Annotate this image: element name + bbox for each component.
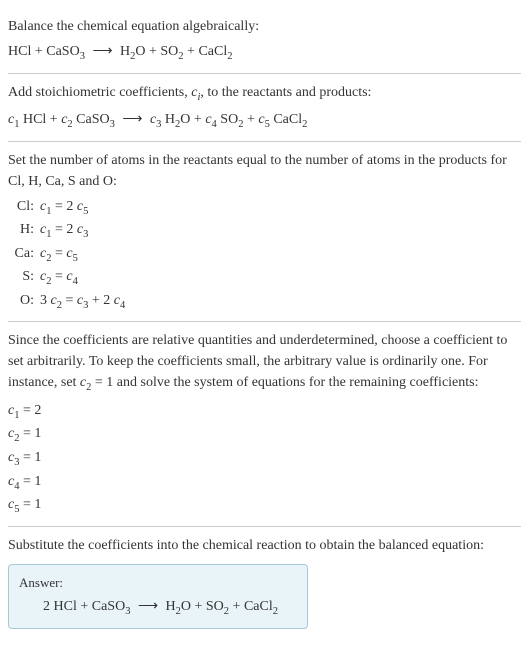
subscript: 5 (83, 205, 88, 216)
subscript: 5 (73, 253, 78, 264)
arrow-icon: ⟶ (118, 112, 146, 127)
eq-text: + CaCl (229, 599, 273, 614)
eq-text: H (120, 44, 130, 59)
eq-text: 3 (40, 293, 51, 308)
coef-row: c4 = 1 (8, 471, 521, 495)
atom-row-h: H: c1 = 2 c3 (12, 219, 521, 243)
answer-label: Answer: (19, 573, 297, 593)
section-answer: Substitute the coefficients into the che… (8, 527, 521, 637)
coef-value: = 1 (19, 474, 41, 489)
title-text: Add stoichiometric coefficients, (8, 85, 191, 100)
problem-title: Balance the chemical equation algebraica… (8, 16, 521, 37)
coef-value: = 1 (19, 426, 41, 441)
coef-row: c5 = 1 (8, 494, 521, 518)
coefficients-title: Add stoichiometric coefficients, ci, to … (8, 82, 521, 106)
eq-text: CaSO (73, 112, 110, 127)
eq-text: HCl + (19, 112, 61, 127)
subscript: 2 (273, 606, 278, 617)
coef-row: c3 = 1 (8, 447, 521, 471)
subscript: 4 (120, 300, 125, 311)
subscript: 3 (80, 51, 85, 62)
solve-title: Since the coefficients are relative quan… (8, 330, 521, 396)
atom-equation: c2 = c4 (40, 266, 521, 290)
eq-text: H (161, 112, 175, 127)
subscript: 3 (110, 119, 115, 130)
coef-value: = 1 (19, 450, 41, 465)
eq-text: H (166, 599, 176, 614)
section-problem: Balance the chemical equation algebraica… (8, 8, 521, 74)
eq-text: O + SO (181, 599, 224, 614)
eq-text: O + (180, 112, 205, 127)
balanced-equation: 2 HCl + CaSO3 ⟶ H2O + SO2 + CaCl2 (19, 596, 297, 620)
title-text: = 1 and solve the system of equations fo… (91, 375, 478, 390)
eq-text: 2 HCl + CaSO (43, 599, 125, 614)
subscript: 3 (125, 606, 130, 617)
answer-box: Answer: 2 HCl + CaSO3 ⟶ H2O + SO2 + CaCl… (8, 564, 308, 629)
subscript: 2 (227, 51, 232, 62)
section-atoms: Set the number of atoms in the reactants… (8, 142, 521, 323)
section-solve: Since the coefficients are relative quan… (8, 322, 521, 526)
section-coefficients: Add stoichiometric coefficients, ci, to … (8, 74, 521, 142)
eq-text: HCl + CaSO (8, 44, 80, 59)
coefficient-list: c1 = 2 c2 = 1 c3 = 1 c4 = 1 c5 = 1 (8, 400, 521, 518)
eq-text: = (62, 293, 77, 308)
atom-label: S: (12, 266, 40, 290)
eq-text: + CaCl (184, 44, 228, 59)
atom-label: H: (12, 219, 40, 243)
arrow-icon: ⟶ (134, 599, 162, 614)
eq-text: SO (217, 112, 238, 127)
eq-text: + 2 (88, 293, 113, 308)
subscript: 2 (302, 119, 307, 130)
eq-text: O + SO (135, 44, 178, 59)
eq-text: + (243, 112, 258, 127)
initial-equation: HCl + CaSO3 ⟶ H2O + SO2 + CaCl2 (8, 41, 521, 65)
eq-text: = (51, 246, 66, 261)
coef-row: c2 = 1 (8, 423, 521, 447)
title-text: , to the reactants and products: (200, 85, 371, 100)
atom-equation: c1 = 2 c3 (40, 219, 521, 243)
atom-row-ca: Ca: c2 = c5 (12, 243, 521, 267)
subscript: 4 (73, 276, 78, 287)
atom-equations: Cl: c1 = 2 c5 H: c1 = 2 c3 Ca: c2 = c5 S… (12, 196, 521, 314)
answer-title: Substitute the coefficients into the che… (8, 535, 521, 556)
atom-label: Cl: (12, 196, 40, 220)
eq-text: = 2 (51, 222, 76, 237)
arrow-icon: ⟶ (88, 44, 116, 59)
eq-text: = 2 (51, 199, 76, 214)
coefficient-equation: c1 HCl + c2 CaSO3 ⟶ c3 H2O + c4 SO2 + c5… (8, 109, 521, 133)
atoms-title: Set the number of atoms in the reactants… (8, 150, 521, 192)
coef-row: c1 = 2 (8, 400, 521, 424)
subscript: 3 (83, 229, 88, 240)
atom-equation: c2 = c5 (40, 243, 521, 267)
eq-text: = (51, 269, 66, 284)
atom-label: O: (12, 290, 40, 314)
coef-value: = 1 (19, 497, 41, 512)
atom-row-s: S: c2 = c4 (12, 266, 521, 290)
atom-equation: c1 = 2 c5 (40, 196, 521, 220)
atom-label: Ca: (12, 243, 40, 267)
eq-text: CaCl (270, 112, 302, 127)
atom-row-o: O: 3 c2 = c3 + 2 c4 (12, 290, 521, 314)
atom-equation: 3 c2 = c3 + 2 c4 (40, 290, 521, 314)
atom-row-cl: Cl: c1 = 2 c5 (12, 196, 521, 220)
coef-value: = 2 (19, 403, 41, 418)
